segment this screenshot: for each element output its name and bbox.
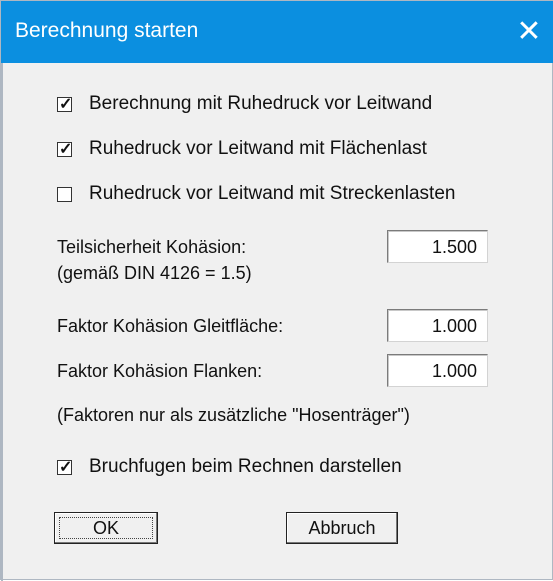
option-label: Ruhedruck vor Leitwand mit Flächenlast [89, 138, 427, 159]
window-border [1, 63, 3, 581]
checkbox-streckenlasten[interactable] [57, 186, 72, 202]
checkbox-flaechenlast[interactable] [57, 139, 72, 159]
close-icon[interactable]: ✕ [504, 1, 553, 63]
partial-safety-label: Teilsicherheit Kohäsion: [57, 237, 247, 257]
factor-flanks-label: Faktor Kohäsion Flanken: [57, 361, 263, 381]
title-bar: Berechnung starten ✕ [1, 1, 553, 63]
factor-flanks-input[interactable]: 1.000 [387, 354, 488, 387]
option-bruchfugen[interactable]: Bruchfugen beim Rechnen darstellen [57, 456, 402, 478]
partial-safety-input[interactable]: 1.500 [387, 230, 488, 263]
checkbox-ruhedruck-leitwand[interactable] [57, 94, 72, 114]
option-ruhedruck-leitwand[interactable]: Berechnung mit Ruhedruck vor Leitwand [57, 93, 432, 115]
ok-button[interactable]: OK [54, 512, 158, 544]
option-label: Berechnung mit Ruhedruck vor Leitwand [89, 93, 433, 114]
partial-safety-note: (gemäß DIN 4126 = 1.5) [57, 263, 252, 283]
factors-note: (Faktoren nur als zusätzliche "Hosenträg… [57, 405, 410, 425]
option-streckenlasten[interactable]: Ruhedruck vor Leitwand mit Streckenlaste… [57, 183, 455, 205]
option-label: Ruhedruck vor Leitwand mit Streckenlaste… [89, 183, 456, 204]
factor-slip-input[interactable]: 1.000 [387, 309, 488, 342]
dialog-title: Berechnung starten [15, 19, 199, 42]
dialog-window: Berechnung starten ✕ Berechnung mit Ruhe… [0, 0, 553, 581]
option-flaechenlast[interactable]: Ruhedruck vor Leitwand mit Flächenlast [57, 138, 427, 160]
factor-slip-label: Faktor Kohäsion Gleitfläche: [57, 316, 284, 336]
option-label: Bruchfugen beim Rechnen darstellen [89, 456, 402, 477]
cancel-button[interactable]: Abbruch [286, 512, 398, 544]
checkbox-bruchfugen[interactable] [57, 457, 72, 477]
